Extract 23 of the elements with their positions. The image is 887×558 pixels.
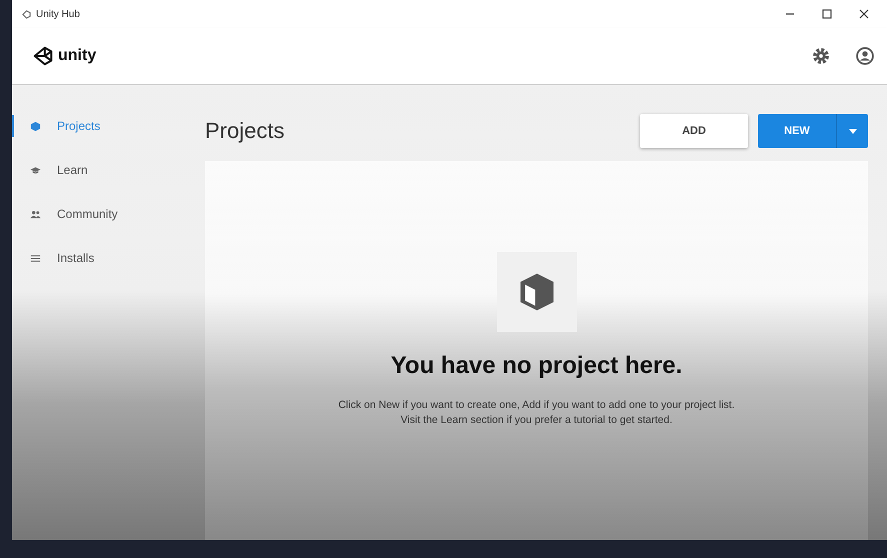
logo-text: unity <box>58 47 96 65</box>
window-title: Unity Hub <box>36 8 80 20</box>
sidebar-item[interactable]: Installs <box>12 247 188 269</box>
maximize-icon[interactable] <box>822 9 832 19</box>
cube-icon <box>30 120 41 132</box>
cube-icon <box>496 252 576 332</box>
add-button[interactable]: ADD <box>640 114 748 148</box>
empty-state-message: Click on New if you want to create one, Add if you want to add one to your project list. Visit the Learn section if you prefer a tutorial to get started. <box>337 398 736 428</box>
close-icon[interactable] <box>859 9 869 19</box>
page-title: Projects <box>205 118 284 144</box>
sidebar-item[interactable]: Projects <box>12 115 188 137</box>
caret-icon <box>848 128 856 134</box>
new-button[interactable]: NEW <box>758 114 836 148</box>
settings-icon[interactable] <box>811 46 831 66</box>
list-icon <box>30 252 41 264</box>
app-icon <box>22 10 31 18</box>
sidebar-item[interactable]: Community <box>12 203 188 225</box>
people-icon <box>30 208 41 220</box>
account-icon[interactable] <box>855 46 875 66</box>
logo-icon <box>32 45 54 67</box>
graduation-cap-icon <box>30 164 41 176</box>
sidebar-item[interactable]: Learn <box>12 159 188 181</box>
empty-state-title: You have no project here. <box>390 352 682 380</box>
